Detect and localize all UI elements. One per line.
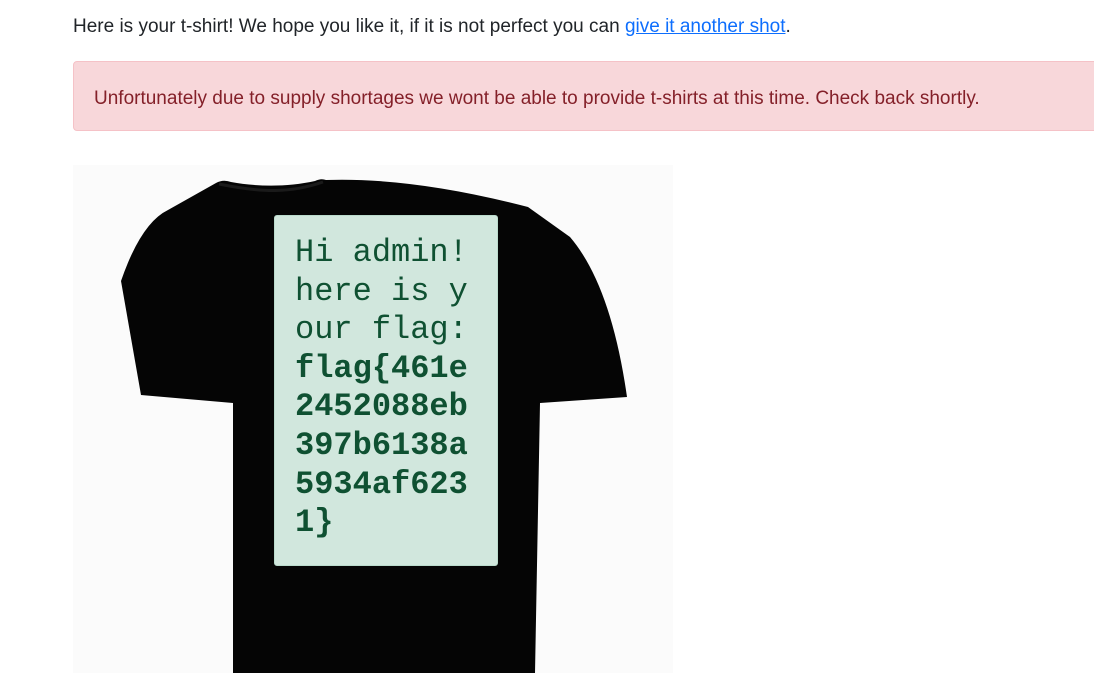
supply-alert: Unfortunately due to supply shortages we… — [73, 61, 1094, 131]
intro-suffix: . — [785, 16, 791, 37]
page: Here is your t-shirt! We hope you like i… — [0, 0, 1094, 673]
flag-line-3: 397b6138a — [295, 426, 468, 464]
tshirt-image: Hi admin! here is y our flag: flag{461e … — [73, 165, 673, 673]
greeting-line-1: Hi admin! — [295, 234, 468, 271]
flag-line-1: flag{461e — [295, 349, 468, 387]
shirt-print-panel: Hi admin! here is y our flag: flag{461e … — [274, 215, 498, 566]
greeting-line-2: here is y — [295, 272, 468, 310]
greeting-line-3: our flag: — [295, 311, 468, 349]
alert-message: Unfortunately due to supply shortages we… — [94, 88, 980, 109]
another-shot-link[interactable]: give it another shot — [625, 16, 786, 37]
intro-paragraph: Here is your t-shirt! We hope you like i… — [73, 14, 791, 40]
flag-line-5: 1} — [295, 504, 334, 542]
flag-line-4: 5934af623 — [295, 465, 468, 503]
flag-line-2: 2452088eb — [295, 388, 468, 426]
intro-text: Here is your t-shirt! We hope you like i… — [73, 16, 625, 37]
